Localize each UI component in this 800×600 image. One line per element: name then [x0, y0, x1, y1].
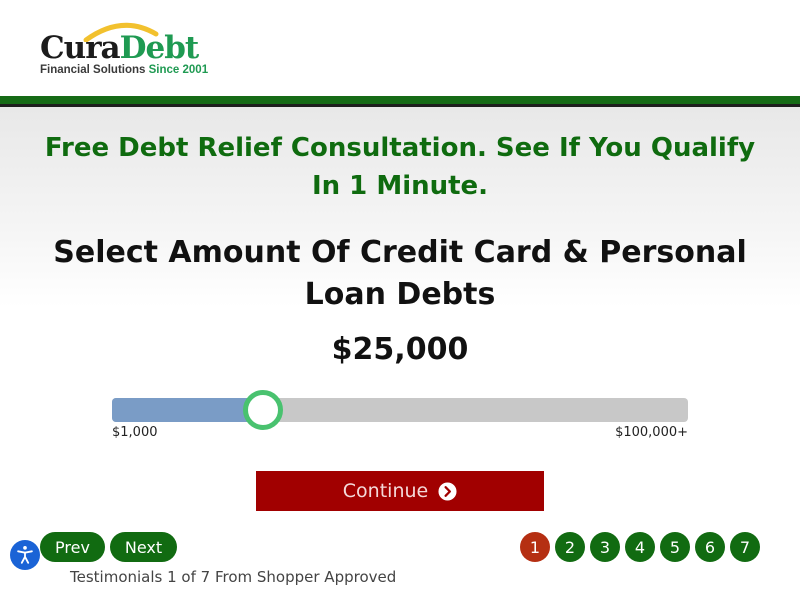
slider-fill: [112, 398, 263, 422]
curadebt-logo[interactable]: CuraDebt Financial Solutions Since 2001: [40, 18, 210, 78]
testimonial-prev-button[interactable]: Prev: [40, 532, 105, 562]
logo-wordmark: CuraDebt: [40, 30, 200, 66]
testimonial-page-4[interactable]: 4: [625, 532, 655, 562]
logo-word-cura: Cura: [40, 30, 121, 66]
continue-label: Continue: [342, 480, 429, 502]
testimonial-page-1[interactable]: 1: [520, 532, 550, 562]
testimonial-page-3[interactable]: 3: [590, 532, 620, 562]
testimonial-page-5[interactable]: 5: [660, 532, 690, 562]
accessibility-icon: [17, 546, 33, 564]
slider-max-label: $100,000+: [615, 425, 688, 440]
slider-min-label: $1,000: [112, 425, 158, 440]
testimonial-caption: Testimonials 1 of 7 From Shopper Approve…: [70, 568, 397, 586]
site-header: CuraDebt Financial Solutions Since 2001: [0, 0, 800, 96]
logo-tagline: Financial Solutions Since 2001: [40, 64, 208, 76]
testimonial-page-6[interactable]: 6: [695, 532, 725, 562]
testimonial-page-7[interactable]: 7: [730, 532, 760, 562]
arrow-circle-right-icon: [438, 481, 457, 501]
header-divider-stripe: [0, 96, 800, 107]
main-content: Free Debt Relief Consultation. See If Yo…: [0, 107, 800, 600]
testimonial-page-2[interactable]: 2: [555, 532, 585, 562]
slider-handle[interactable]: [243, 390, 283, 430]
headline: Free Debt Relief Consultation. See If Yo…: [44, 133, 756, 201]
selected-amount: $25,000: [331, 332, 469, 367]
testimonial-next-button[interactable]: Next: [110, 532, 177, 562]
logo-since-text: Since 2001: [148, 64, 209, 76]
debt-amount-slider[interactable]: [112, 390, 688, 430]
question-title: Select Amount Of Credit Card & Personal …: [53, 235, 747, 312]
logo-word-debt: Debt: [119, 30, 200, 66]
logo-tagline-text: Financial Solutions: [40, 64, 146, 76]
continue-button[interactable]: Continue: [256, 471, 544, 511]
accessibility-button[interactable]: [10, 540, 40, 570]
